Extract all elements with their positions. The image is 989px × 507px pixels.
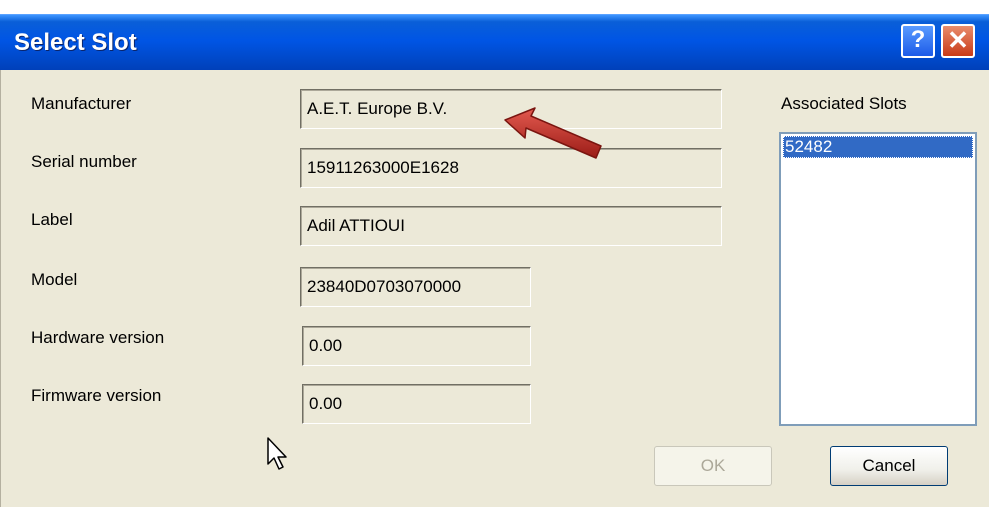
hardware-version-label: Hardware version	[31, 328, 165, 347]
model-field[interactable]: 23840D0703070000	[300, 267, 531, 307]
cancel-button[interactable]: Cancel	[830, 446, 948, 486]
token-label-field[interactable]: Adil ATTIOUI	[300, 206, 722, 246]
associated-slots-list[interactable]: 52482	[779, 132, 977, 426]
hardware-version-field[interactable]: 0.00	[302, 326, 531, 366]
title-bar[interactable]: Select Slot ? ✕	[0, 14, 989, 71]
associated-slots-label: Associated Slots	[781, 94, 907, 113]
annotation-arrow-icon	[504, 107, 602, 159]
dialog-title: Select Slot	[14, 29, 137, 56]
token-label-label: Label	[31, 210, 73, 229]
dialog-body: Manufacturer A.E.T. Europe B.V. Serial n…	[0, 70, 989, 507]
model-label: Model	[31, 270, 78, 289]
firmware-version-field[interactable]: 0.00	[302, 384, 531, 424]
select-slot-dialog: Select Slot ? ✕ Manufacturer A.E.T. Euro…	[0, 0, 989, 507]
ok-button[interactable]: OK	[654, 446, 772, 486]
help-button[interactable]: ?	[901, 24, 935, 58]
firmware-version-label: Firmware version	[31, 386, 162, 405]
mouse-cursor-icon	[267, 437, 287, 470]
slot-list-item[interactable]: 52482	[783, 136, 973, 158]
close-button[interactable]: ✕	[941, 24, 975, 58]
manufacturer-label: Manufacturer	[31, 94, 132, 113]
serial-number-label: Serial number	[31, 152, 137, 171]
